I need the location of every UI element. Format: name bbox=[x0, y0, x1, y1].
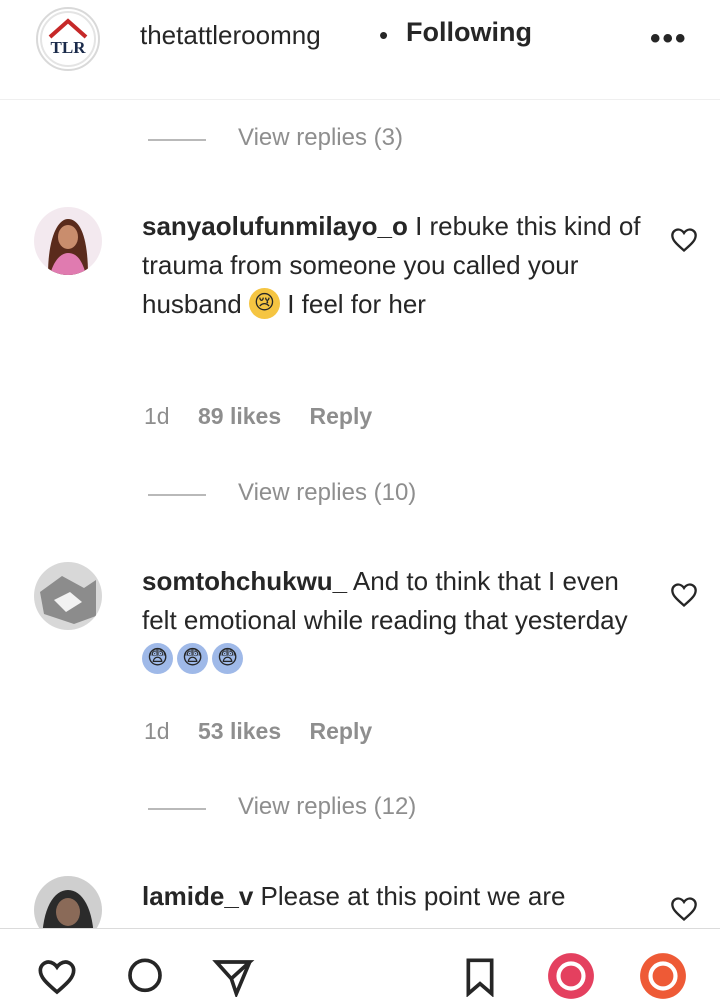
comment-text: lamide_v Please at this point we are bbox=[142, 877, 642, 916]
google-share-icon[interactable] bbox=[632, 951, 694, 1001]
comment-text: sanyaolufunmilayo_o I rebuke this kind o… bbox=[142, 207, 642, 324]
fearful-face-icon: 😨 bbox=[177, 642, 208, 674]
view-replies-link[interactable]: View replies (3) bbox=[238, 124, 403, 152]
header-username[interactable]: thetattleroomng bbox=[140, 20, 321, 51]
user-photo-icon bbox=[34, 562, 102, 630]
fearful-face-icon: 😨 bbox=[142, 642, 173, 674]
like-heart-icon[interactable] bbox=[32, 957, 82, 997]
heart-icon[interactable] bbox=[670, 581, 698, 609]
comment-time: 1d bbox=[144, 718, 170, 744]
sad-face-icon: 😢 bbox=[248, 287, 280, 319]
view-replies-link[interactable]: View replies (12) bbox=[238, 793, 416, 821]
post-header: TLR thetattleroomng • Following ••• bbox=[0, 0, 720, 100]
svg-text:TLR: TLR bbox=[51, 38, 87, 57]
avatar[interactable] bbox=[34, 207, 102, 275]
reply-button[interactable]: Reply bbox=[310, 718, 373, 744]
profile-avatar[interactable]: TLR bbox=[36, 7, 100, 71]
likes-count[interactable]: 53 likes bbox=[198, 718, 281, 744]
comment-time: 1d bbox=[144, 403, 170, 429]
replies-divider bbox=[148, 494, 206, 496]
following-button[interactable]: Following bbox=[406, 17, 532, 48]
replies-divider bbox=[148, 808, 206, 810]
comment-username[interactable]: somtohchukwu_ bbox=[142, 566, 347, 596]
share-send-icon[interactable] bbox=[208, 957, 258, 997]
fearful-face-icon: 😨 bbox=[212, 642, 243, 674]
header-separator: • bbox=[379, 20, 389, 50]
comment-bubble-icon[interactable] bbox=[120, 957, 170, 997]
heart-icon[interactable] bbox=[670, 895, 698, 923]
post-action-bar bbox=[0, 928, 720, 999]
bookmark-icon[interactable] bbox=[455, 957, 505, 997]
tattleroom-logo-icon: TLR bbox=[40, 11, 96, 67]
likes-count[interactable]: 89 likes bbox=[198, 403, 281, 429]
comment-text: somtohchukwu_ And to think that I even f… bbox=[142, 562, 642, 679]
avatar[interactable] bbox=[34, 562, 102, 630]
comment-meta: 1d 89 likes Reply bbox=[144, 403, 394, 430]
replies-divider bbox=[148, 139, 206, 141]
more-options-icon[interactable]: ••• bbox=[650, 22, 688, 56]
reply-button[interactable]: Reply bbox=[310, 403, 373, 429]
comment-body: Please at this point we are bbox=[253, 881, 566, 911]
heart-icon[interactable] bbox=[670, 226, 698, 254]
comment-body-end: I feel for her bbox=[279, 289, 426, 319]
comment-meta: 1d 53 likes Reply bbox=[144, 718, 394, 745]
comment-username[interactable]: lamide_v bbox=[142, 881, 253, 911]
pinterest-share-icon[interactable] bbox=[540, 951, 602, 1001]
comment-username[interactable]: sanyaolufunmilayo_o bbox=[142, 211, 408, 241]
user-photo-icon bbox=[34, 207, 102, 275]
view-replies-link[interactable]: View replies (10) bbox=[238, 479, 416, 507]
